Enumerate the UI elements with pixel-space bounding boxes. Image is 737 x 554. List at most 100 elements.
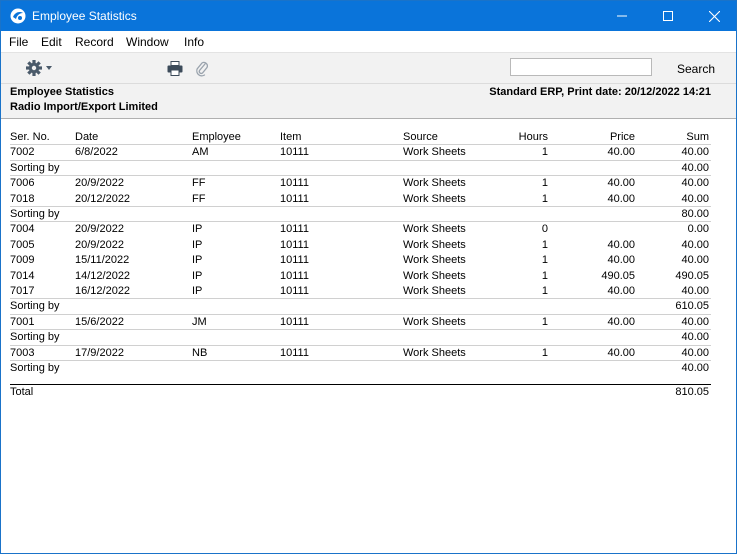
table-row[interactable]: 7005 20/9/2022 IP 10111 Work Sheets 1 40.00 40.… xyxy=(1,238,736,253)
table-row[interactable]: 7001 15/6/2022 JM 10111 Work Sheets 1 40.00 40.… xyxy=(1,315,736,330)
paperclip-icon[interactable] xyxy=(195,60,209,77)
cell-employee: NB xyxy=(192,346,208,359)
cell-source: Work Sheets xyxy=(403,146,466,159)
cell-hours: 1 xyxy=(541,146,548,159)
cell-item: 10111 xyxy=(280,146,309,159)
subtotal-row[interactable]: Sorting by 610.05 xyxy=(1,299,736,314)
menu-bar: File Edit Record Window Info xyxy=(1,31,736,52)
gear-icon[interactable] xyxy=(25,59,53,77)
column-header-row: Ser. No. Date Employee Item Source Hours… xyxy=(1,130,736,145)
table-row[interactable]: 7002 6/8/2022 AM 10111 Work Sheets 1 40.00 40.0… xyxy=(1,145,736,160)
cell-price: 40.00 xyxy=(607,346,635,359)
menu-file[interactable]: File xyxy=(9,35,28,49)
table-row[interactable]: 7014 14/12/2022 IP 10111 Work Sheets 1 490.05 4… xyxy=(1,269,736,284)
company-name: Radio Import/Export Limited xyxy=(10,101,158,113)
cell-item: 10111 xyxy=(280,346,309,359)
cell-sum: 40.00 xyxy=(681,192,709,205)
table-row[interactable]: 7006 20/9/2022 FF 10111 Work Sheets 1 40.00 40.… xyxy=(1,176,736,191)
cell-sum: 40.00 xyxy=(681,285,709,297)
total-label: Total xyxy=(10,386,34,399)
table-row[interactable]: 7009 15/11/2022 IP 10111 Work Sheets 1 40.00 40… xyxy=(1,253,736,268)
maximize-icon[interactable] xyxy=(645,1,691,31)
cell-source: Work Sheets xyxy=(403,192,466,205)
cell-item: 10111 xyxy=(280,177,309,190)
subtotal-sum: 40.00 xyxy=(681,161,709,174)
cell-source: Work Sheets xyxy=(403,177,466,190)
cell-item: 10111 xyxy=(280,192,309,205)
cell-price: 40.00 xyxy=(607,146,635,159)
search-button[interactable]: Search xyxy=(677,62,715,76)
table-row[interactable]: 7003 17/9/2022 NB 10111 Work Sheets 1 40.00 40.… xyxy=(1,346,736,361)
subtotal-label: Sorting by xyxy=(10,331,60,344)
cell-hours: 1 xyxy=(541,254,548,267)
subtotal-sum: 610.05 xyxy=(675,300,709,313)
subtotal-label: Sorting by xyxy=(10,362,60,374)
menu-edit[interactable]: Edit xyxy=(41,35,62,49)
title-bar[interactable]: Employee Statistics xyxy=(1,1,736,31)
subtotal-sum: 80.00 xyxy=(681,208,709,220)
column-header-date: Date xyxy=(75,131,99,143)
cell-ser-no: 7009 xyxy=(10,254,35,267)
cell-source: Work Sheets xyxy=(403,254,466,267)
subtotal-row[interactable]: Sorting by 40.00 xyxy=(1,330,736,345)
column-header-ser-no: Ser. No. xyxy=(10,131,50,143)
cell-ser-no: 7004 xyxy=(10,223,35,236)
table-row[interactable]: 7004 20/9/2022 IP 10111 Work Sheets 0 0.00 xyxy=(1,222,736,237)
menu-info[interactable]: Info xyxy=(184,35,204,49)
report-header: Employee Statistics Radio Import/Export … xyxy=(1,83,736,119)
cell-hours: 1 xyxy=(541,177,548,190)
table-row[interactable]: 7017 16/12/2022 IP 10111 Work Sheets 1 40.00 40… xyxy=(1,284,736,299)
table-row[interactable]: 7018 20/12/2022 FF 10111 Work Sheets 1 40.00 40… xyxy=(1,192,736,207)
cell-date: 15/11/2022 xyxy=(75,254,130,267)
cell-source: Work Sheets xyxy=(403,223,466,236)
cell-item: 10111 xyxy=(280,285,309,297)
cell-ser-no: 7017 xyxy=(10,285,35,297)
subtotal-row[interactable]: Sorting by 80.00 xyxy=(1,207,736,222)
total-row[interactable]: Total 810.05 xyxy=(1,385,736,400)
minimize-icon[interactable] xyxy=(599,1,645,31)
cell-hours: 1 xyxy=(541,238,548,251)
cell-ser-no: 7003 xyxy=(10,346,35,359)
cell-source: Work Sheets xyxy=(403,315,466,328)
cell-employee: IP xyxy=(192,238,203,251)
close-icon[interactable] xyxy=(691,1,737,31)
cell-price: 40.00 xyxy=(607,192,635,205)
cell-ser-no: 7002 xyxy=(10,146,35,159)
subtotal-row[interactable]: Sorting by 40.00 xyxy=(1,161,736,176)
cell-hours: 1 xyxy=(541,285,548,297)
cell-date: 17/9/2022 xyxy=(75,346,124,359)
cell-employee: IP xyxy=(192,285,203,297)
menu-window[interactable]: Window xyxy=(126,35,169,49)
cell-hours: 0 xyxy=(541,223,548,236)
column-header-source: Source xyxy=(403,131,438,143)
cell-employee: IP xyxy=(192,223,203,236)
report-title: Employee Statistics xyxy=(10,86,114,98)
cell-sum: 40.00 xyxy=(681,315,709,328)
print-info: Standard ERP, Print date: 20/12/2022 14:… xyxy=(489,86,711,98)
cell-price: 40.00 xyxy=(607,177,635,190)
search-input[interactable] xyxy=(510,58,652,76)
employee-statistics-window: Employee Statistics File Edit Record Win… xyxy=(0,0,737,554)
cell-sum: 40.00 xyxy=(681,346,709,359)
menu-record[interactable]: Record xyxy=(75,35,114,49)
cell-item: 10111 xyxy=(280,269,309,282)
toolbar: Search xyxy=(1,52,736,83)
cell-sum: 40.00 xyxy=(681,177,709,190)
print-icon[interactable] xyxy=(167,61,183,76)
subtotal-label: Sorting by xyxy=(10,300,60,313)
column-header-sum: Sum xyxy=(686,131,709,143)
cell-employee: FF xyxy=(192,192,206,205)
cell-source: Work Sheets xyxy=(403,269,466,282)
cell-sum: 40.00 xyxy=(681,238,709,251)
cell-price: 40.00 xyxy=(607,315,635,328)
cell-price: 490.05 xyxy=(601,269,635,282)
subtotal-row[interactable]: Sorting by 40.00 xyxy=(1,361,736,376)
cell-ser-no: 7006 xyxy=(10,177,35,190)
cell-employee: FF xyxy=(192,177,206,190)
cell-source: Work Sheets xyxy=(403,285,466,297)
cell-source: Work Sheets xyxy=(403,346,466,359)
cell-item: 10111 xyxy=(280,254,309,267)
subtotal-label: Sorting by xyxy=(10,208,60,220)
cell-sum: 490.05 xyxy=(675,269,709,282)
column-header-employee: Employee xyxy=(192,131,241,143)
